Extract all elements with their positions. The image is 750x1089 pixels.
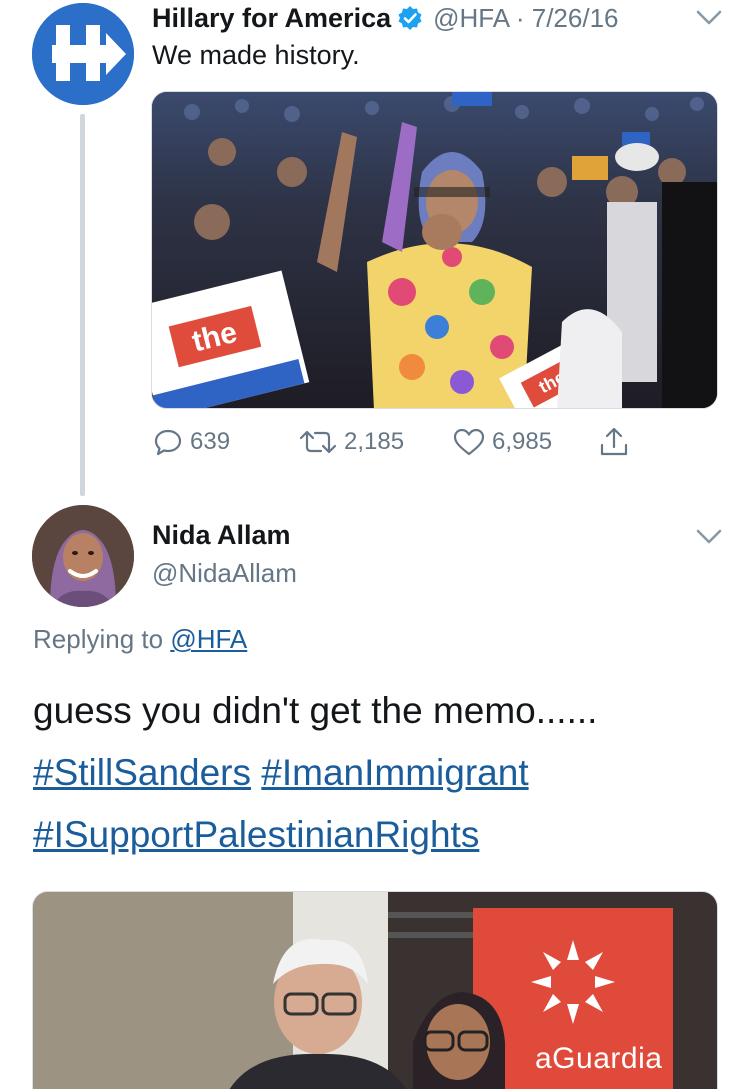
replying-prefix: Replying to (33, 624, 164, 654)
tweet2-handle[interactable]: @NidaAllam (152, 558, 297, 589)
reply-button[interactable]: 639 (152, 424, 230, 460)
reply-count: 639 (190, 428, 231, 455)
photo-brand-text: aGuardia (535, 1042, 663, 1075)
tweet2-text-block: guess you didn't get the memo...... #Sti… (33, 680, 733, 866)
share-button[interactable] (598, 424, 630, 460)
replying-to: Replying to @HFA (33, 624, 247, 655)
retweet-button[interactable]: 2,185 (298, 424, 404, 460)
retweet-count: 2,185 (344, 428, 405, 455)
tweet1-text: We made history. (152, 40, 360, 70)
share-icon (600, 427, 628, 456)
tweet1-header: Hillary for America @HFA · 7/26/16 (152, 0, 619, 36)
hashtag-link[interactable]: #StillSanders (33, 752, 251, 793)
tweet1-actions: 639 2,185 6,985 (152, 424, 652, 460)
like-count: 6,985 (492, 428, 553, 455)
hashtag-link[interactable]: #ISupportPalestinianRights (33, 814, 479, 855)
tweet2-photo[interactable]: aGuardia (32, 891, 718, 1089)
tweet1-handle-date: @HFA · 7/26/16 (433, 2, 619, 33)
reply-icon (154, 429, 182, 456)
tweet2-text: guess you didn't get the memo...... (33, 690, 598, 731)
retweet-icon (299, 430, 337, 454)
chevron-down-icon[interactable] (696, 528, 722, 546)
tweet1-photo[interactable]: the the (151, 91, 718, 409)
thread-line (80, 114, 85, 496)
like-button[interactable]: 6,985 (452, 424, 552, 460)
hfa-logo-icon (32, 3, 134, 105)
verified-icon (397, 5, 423, 31)
chevron-down-icon[interactable] (696, 9, 722, 27)
like-icon (453, 428, 485, 456)
nida-avatar[interactable] (32, 505, 134, 607)
tweet1-author-name[interactable]: Hillary for America (152, 3, 391, 34)
tweet2-author-name[interactable]: Nida Allam (152, 520, 291, 551)
replying-handle-link[interactable]: @HFA (170, 624, 247, 654)
hashtag-link[interactable]: #ImanImmigrant (261, 752, 528, 793)
hfa-avatar[interactable] (32, 3, 134, 105)
